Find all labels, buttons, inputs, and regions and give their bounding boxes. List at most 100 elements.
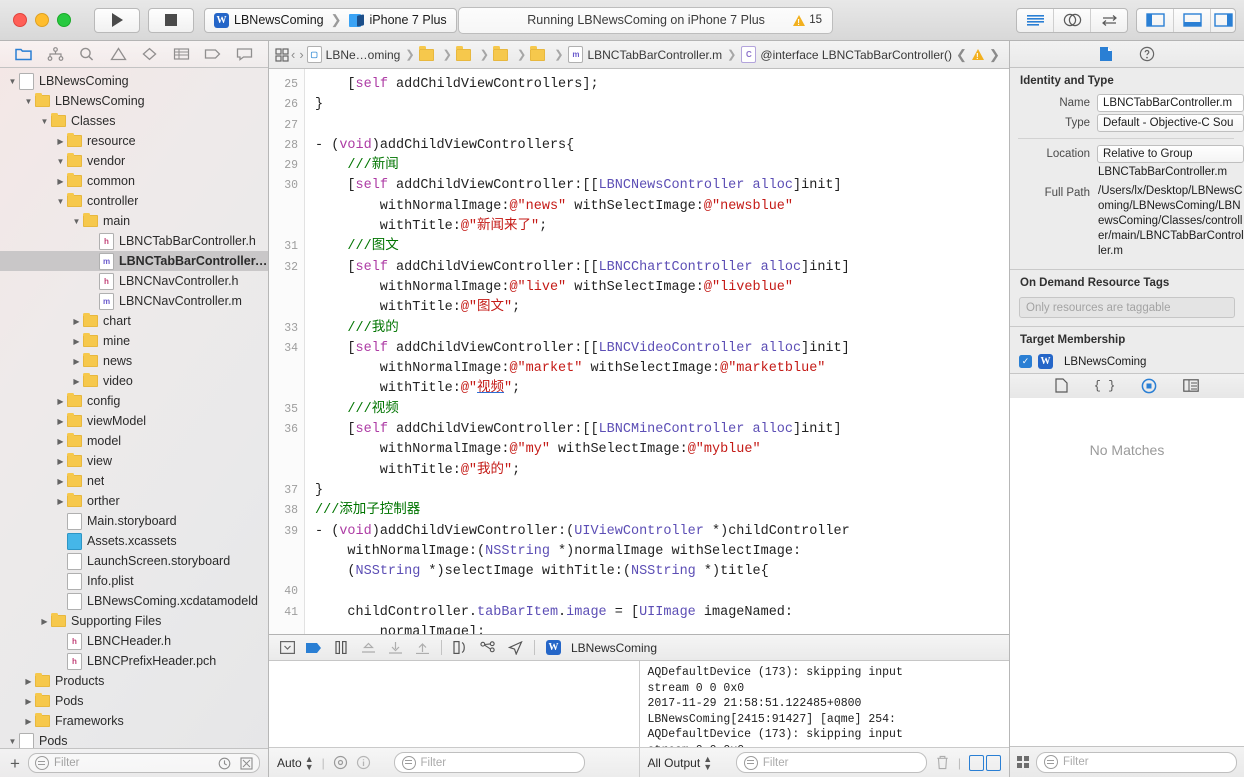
navigator-item-common[interactable]: ▶ common — [0, 171, 268, 191]
navigator-item-config[interactable]: ▶ config — [0, 391, 268, 411]
navigator-item-lbnewscoming[interactable]: ▼ LBNewsComing — [0, 91, 268, 111]
disclosure-open-icon[interactable]: ▼ — [38, 117, 51, 126]
step-out-button[interactable] — [414, 640, 430, 655]
project-navigator-tab[interactable] — [13, 45, 35, 63]
navigator-item-resource[interactable]: ▶ resource — [0, 131, 268, 151]
toggle-inspector-button[interactable] — [1211, 9, 1235, 32]
navigator-item-launchscreen-storyboard[interactable]: LaunchScreen.storyboard — [0, 551, 268, 571]
console-output-scope-popup[interactable]: All Output ▲ ▼ — [648, 754, 713, 771]
issue-navigator-tab[interactable] — [107, 45, 129, 63]
disclosure-closed-icon[interactable]: ▶ — [54, 497, 67, 506]
navigator-item-viewmodel[interactable]: ▶ viewModel — [0, 411, 268, 431]
navigator-item-products[interactable]: ▶ Products — [0, 671, 268, 691]
disclosure-closed-icon[interactable]: ▶ — [22, 697, 35, 706]
file-inspector-tab[interactable] — [1099, 46, 1113, 62]
show-variables-button[interactable] — [969, 754, 984, 771]
navigator-item-controller[interactable]: ▼ controller — [0, 191, 268, 211]
disclosure-closed-icon[interactable]: ▶ — [70, 317, 83, 326]
code-line[interactable]: ///添加子控制器 — [315, 501, 1009, 521]
project-file-tree[interactable]: ▼ LBNewsComing ▼ LBNewsComing ▼ Classes ▶ resou… — [0, 68, 268, 748]
add-file-button[interactable]: + — [8, 755, 22, 772]
code-line[interactable]: ///视频 — [315, 400, 1009, 420]
target-icon[interactable] — [333, 755, 348, 770]
issue-warning-icon[interactable] — [972, 49, 984, 61]
disclosure-closed-icon[interactable]: ▶ — [70, 337, 83, 346]
continue-button[interactable] — [306, 640, 322, 655]
navigator-item-lbncnavcontroller-h[interactable]: h LBNCNavController.h — [0, 271, 268, 291]
zoom-window-button[interactable] — [57, 13, 71, 27]
console-filter-field[interactable]: Filter — [735, 752, 927, 773]
toggle-debug-area-button[interactable] — [1174, 8, 1211, 32]
code-line[interactable] — [315, 582, 1009, 602]
navigator-item-chart[interactable]: ▶ chart — [0, 311, 268, 331]
library-filter-field[interactable]: Filter — [1036, 751, 1237, 773]
code-line[interactable]: } — [315, 481, 1009, 501]
source-control-navigator-tab[interactable] — [44, 45, 66, 63]
navigator-item-lbnewscoming[interactable]: ▼ LBNewsComing — [0, 71, 268, 91]
disclosure-closed-icon[interactable]: ▶ — [54, 437, 67, 446]
step-over-button[interactable] — [360, 640, 376, 655]
disclosure-closed-icon[interactable]: ▶ — [54, 457, 67, 466]
navigator-item-supporting-files[interactable]: ▶ Supporting Files — [0, 611, 268, 631]
scheme-selector[interactable]: W LBNewsComing ❯ iPhone 7 Plus — [204, 7, 457, 33]
navigator-item-lbncnavcontroller-m[interactable]: m LBNCNavController.m — [0, 291, 268, 311]
minimize-window-button[interactable] — [35, 13, 49, 27]
hide-debug-area-icon[interactable] — [279, 640, 295, 655]
disclosure-open-icon[interactable]: ▼ — [22, 97, 35, 106]
code-line[interactable]: normalImage]; — [315, 623, 1009, 634]
disclosure-closed-icon[interactable]: ▶ — [54, 477, 67, 486]
navigator-filter-field[interactable]: Filter — [27, 753, 260, 773]
code-snippet-icon[interactable]: { } — [1094, 379, 1116, 393]
location-popup[interactable]: Relative to Group — [1097, 145, 1244, 163]
disclosure-open-icon[interactable]: ▼ — [54, 197, 67, 206]
related-items-icon[interactable] — [275, 47, 289, 62]
version-editor-button[interactable] — [1091, 9, 1127, 32]
code-line[interactable]: withNormalImage:@"my" withSelectImage:@"… — [315, 440, 1009, 460]
variables-view[interactable]: Auto ▲ ▼ | Filter — [269, 661, 640, 777]
breadcrumb-folder-2-icon[interactable] — [455, 46, 471, 61]
code-line[interactable]: withNormalImage:@"news" withSelectImage:… — [315, 197, 1009, 217]
target-membership-row[interactable]: ✓ W LBNewsComing — [1010, 351, 1244, 369]
navigator-item-main[interactable]: ▼ main — [0, 211, 268, 231]
breakpoint-navigator-tab[interactable] — [202, 45, 224, 63]
variables-filter-field[interactable]: Filter — [393, 752, 585, 773]
quick-help-inspector-tab[interactable] — [1139, 46, 1155, 62]
show-console-button[interactable] — [986, 754, 1001, 771]
disclosure-closed-icon[interactable]: ▶ — [22, 677, 35, 686]
activity-status-bar[interactable]: Running LBNewsComing on iPhone 7 Plus 15 — [458, 6, 833, 34]
clear-console-icon[interactable] — [935, 755, 950, 770]
pause-button[interactable] — [333, 640, 349, 655]
view-debugger-icon[interactable] — [453, 640, 469, 655]
disclosure-open-icon[interactable]: ▼ — [6, 77, 19, 86]
debug-process-breadcrumb[interactable]: W LBNewsComing — [546, 640, 657, 655]
warning-indicator[interactable]: 15 — [793, 14, 832, 27]
disclosure-open-icon[interactable]: ▼ — [70, 217, 83, 226]
code-line[interactable]: withNormalImage:(NSString *)normalImage … — [315, 542, 1009, 562]
next-issue-button[interactable]: ❯ — [986, 47, 1003, 63]
breadcrumb-project[interactable]: ▢ LBNe…oming — [306, 46, 402, 63]
navigator-item-main-storyboard[interactable]: Main.storyboard — [0, 511, 268, 531]
code-line[interactable]: withTitle:@"视频"; — [315, 379, 1009, 399]
code-line[interactable]: childController.tabBarItem.image = [UIIm… — [315, 603, 1009, 623]
code-line[interactable]: } — [315, 95, 1009, 115]
source-code-text[interactable]: [self addChildViewControllers];} - (void… — [305, 69, 1009, 634]
recent-clock-icon[interactable] — [218, 757, 231, 770]
code-line[interactable]: - (void)addChildViewControllers{ — [315, 136, 1009, 156]
code-line[interactable]: withTitle:@"新闻来了"; — [315, 217, 1009, 237]
step-into-button[interactable] — [387, 640, 403, 655]
code-line[interactable]: [self addChildViewController:[[LBNCNewsC… — [315, 176, 1009, 196]
navigator-item-lbnctabbarcontroller-m[interactable]: m LBNCTabBarController.m — [0, 251, 268, 271]
navigator-item-pods[interactable]: ▶ Pods — [0, 691, 268, 711]
navigator-item-net[interactable]: ▶ net — [0, 471, 268, 491]
target-checkbox[interactable]: ✓ — [1019, 355, 1032, 368]
code-line[interactable]: withNormalImage:@"market" withSelectImag… — [315, 359, 1009, 379]
previous-issue-button[interactable]: ❮ — [953, 47, 970, 63]
disclosure-closed-icon[interactable]: ▶ — [54, 417, 67, 426]
variables-scope-popup[interactable]: Auto ▲ ▼ — [277, 754, 314, 771]
code-line[interactable]: - (void)addChildViewController:(UIViewCo… — [315, 522, 1009, 542]
grid-view-icon[interactable] — [1017, 756, 1029, 768]
navigator-item-pods[interactable]: ▼ Pods — [0, 731, 268, 748]
navigator-item-vendor[interactable]: ▼ vendor — [0, 151, 268, 171]
navigator-item-frameworks[interactable]: ▶ Frameworks — [0, 711, 268, 731]
report-navigator-tab[interactable] — [233, 45, 255, 63]
